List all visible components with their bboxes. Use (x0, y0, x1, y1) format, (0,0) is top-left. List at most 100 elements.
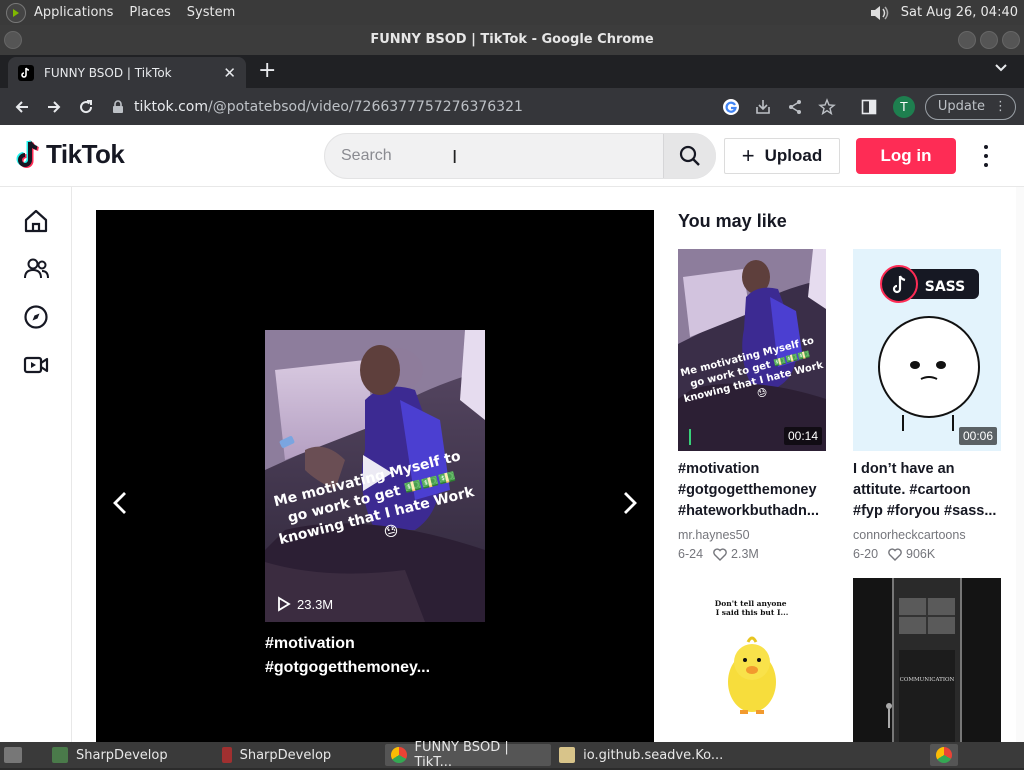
address-bar[interactable]: tiktok.com/@potatebsod/video/72663777572… (112, 92, 722, 121)
like-count: 906K (906, 547, 936, 561)
tray-chrome-button[interactable] (930, 744, 958, 766)
text-cursor-icon: I (452, 147, 458, 168)
tiktok-page: TikTok I + Upload Log in (0, 125, 1024, 742)
search-input[interactable] (341, 134, 661, 178)
next-arrow-icon[interactable] (620, 490, 640, 516)
following-icon[interactable] (22, 255, 50, 283)
applications-menu[interactable]: Applications (26, 0, 121, 25)
chrome-icon (936, 747, 952, 763)
places-menu[interactable]: Places (121, 0, 178, 25)
share-icon[interactable] (785, 97, 805, 117)
install-app-icon[interactable] (753, 97, 773, 117)
window-menu-button[interactable] (4, 31, 22, 49)
update-button[interactable]: Update ⋮ (924, 93, 1016, 120)
suggestion-card[interactable]: Don't tell anyone I said this but I... (678, 578, 826, 742)
search-button[interactable] (664, 134, 716, 178)
caption-line-2: #gotgogetthemoney... (265, 659, 431, 676)
post-date: 6-24 (678, 547, 704, 561)
play-outline-icon (278, 596, 291, 612)
play-icon[interactable] (359, 452, 395, 494)
more-options-icon[interactable] (976, 145, 996, 167)
suggestion-thumbnail[interactable]: SASS 00:06 (853, 249, 1001, 451)
previous-arrow-icon[interactable] (110, 490, 130, 516)
suggestion-card[interactable]: SASS 00:06 I don’t have an attitute. #ca… (853, 249, 1001, 561)
tiktok-header: TikTok I + Upload Log in (0, 125, 1024, 187)
lock-icon[interactable] (112, 99, 124, 114)
communication-text: COMMUNICATION (900, 677, 955, 683)
suggestion-author[interactable]: mr.haynes50 (678, 528, 826, 542)
gnome-foot-icon[interactable] (6, 2, 26, 23)
reload-icon[interactable] (76, 97, 96, 117)
suggestion-title[interactable]: #motivation #gotgogetthemoney #hateworkb… (678, 459, 826, 522)
left-sidebar (0, 187, 72, 742)
like-count: 2.3M (731, 547, 759, 561)
minimize-button[interactable] (958, 31, 976, 49)
duration-badge: 00:14 (783, 427, 822, 445)
tab-search-chevron-icon[interactable] (994, 63, 1008, 73)
tab-tiktok[interactable]: FUNNY BSOD | TikTok ✕ (8, 57, 246, 88)
taskbar-item[interactable]: SharpDevelop (46, 744, 174, 766)
suggestion-thumbnail[interactable]: COMMUNICATION (853, 578, 1001, 742)
taskbar-item[interactable]: SharpDevelop (216, 744, 338, 766)
profile-avatar[interactable]: T (892, 95, 915, 118)
show-desktop-button[interactable] (0, 744, 34, 766)
google-lens-icon[interactable] (721, 97, 741, 117)
tiktok-logo[interactable]: TikTok (16, 139, 125, 170)
home-icon[interactable] (22, 207, 50, 235)
kebab-menu-icon[interactable]: ⋮ (994, 95, 1007, 119)
suggestion-title[interactable]: I don’t have an attitute. #cartoon #fyp … (853, 459, 1001, 522)
new-tab-icon[interactable]: + (258, 60, 276, 82)
taskbar-item[interactable]: io.github.seadve.Ko... (553, 744, 729, 766)
login-button[interactable]: Log in (856, 138, 956, 174)
system-menu[interactable]: System (179, 0, 243, 25)
search-icon (679, 145, 700, 166)
title-line: #fyp #foryou #sass... (853, 503, 997, 519)
sharpdevelop-icon (52, 747, 68, 763)
title-line: I don’t have an (853, 461, 955, 477)
heart-icon (888, 547, 902, 561)
suggestion-author[interactable]: connorheckcartoons (853, 528, 1001, 542)
upload-button[interactable]: + Upload (724, 138, 840, 174)
clock[interactable]: Sat Aug 26, 04:40 (901, 5, 1024, 20)
maximize-button[interactable] (980, 31, 998, 49)
heart-icon (713, 547, 727, 561)
play-count-value: 23.3M (297, 596, 334, 612)
plus-icon: + (741, 143, 755, 168)
play-count: 23.3M (277, 596, 333, 612)
suggestion-card[interactable]: Me motivating Myself to go work to get 💵… (678, 249, 826, 561)
bookmark-star-icon[interactable] (817, 97, 837, 117)
top-panel: Applications Places System Sat Aug 26, 0… (0, 0, 1024, 25)
desktop-icon (4, 747, 22, 763)
volume-icon[interactable] (869, 4, 891, 22)
page-scrollbar[interactable] (1016, 187, 1024, 742)
tiktok-note-icon (16, 139, 39, 168)
back-icon[interactable] (12, 97, 32, 117)
suggestion-thumbnail[interactable]: Don't tell anyone I said this but I... (678, 578, 826, 742)
taskbar-item[interactable]: FUNNY BSOD | TikT... (385, 740, 552, 770)
side-panel-icon[interactable] (859, 97, 879, 117)
svg-text:SASS: SASS (925, 279, 965, 295)
title-line: #gotgogetthemoney (678, 482, 817, 498)
url-path: /@potatebsod/video/7266377757276376321 (208, 98, 523, 115)
video-player[interactable]: Me motivating Myself to go work to get 💵… (96, 210, 654, 742)
taskbar-item-label: SharpDevelop (239, 747, 332, 763)
forward-icon[interactable] (44, 97, 64, 117)
window-title-bar[interactable]: FUNNY BSOD | TikTok - Google Chrome (0, 25, 1024, 55)
suggestion-thumbnail[interactable]: Me motivating Myself to go work to get 💵… (678, 249, 826, 451)
tiktok-wordmark: TikTok (46, 139, 125, 169)
close-window-button[interactable] (1002, 31, 1020, 49)
update-label: Update (937, 98, 985, 114)
title-line: #motivation (678, 461, 760, 477)
taskbar-item-label: SharpDevelop (76, 747, 168, 763)
caption-line-1: #motivation (265, 635, 355, 652)
close-tab-icon[interactable]: ✕ (223, 64, 236, 82)
chrome-icon (391, 747, 407, 763)
video-caption[interactable]: #motivation #gotgogetthemoney... (265, 632, 505, 680)
live-video-icon[interactable] (22, 351, 50, 379)
post-date: 6-20 (853, 547, 879, 561)
svg-text:Don't tell anyone I: Don't tell anyone I said this but I... (715, 599, 789, 617)
suggestion-card[interactable]: COMMUNICATION (853, 578, 1001, 742)
explore-compass-icon[interactable] (22, 303, 50, 331)
video-thumbnail[interactable]: Me motivating Myself to go work to get 💵… (265, 330, 485, 622)
tab-strip: FUNNY BSOD | TikTok ✕ + (0, 55, 1024, 88)
